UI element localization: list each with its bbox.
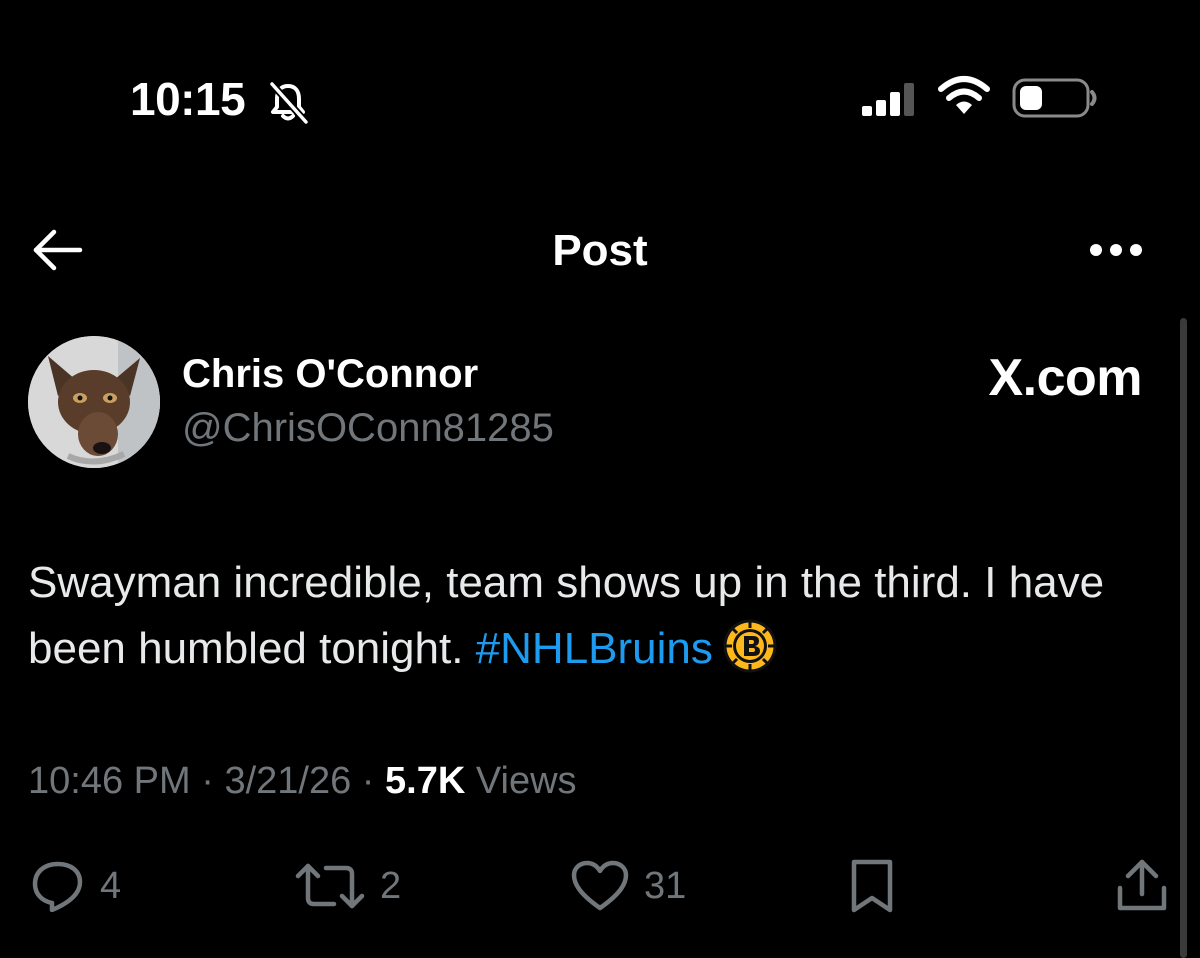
x-com-watermark: X.com	[988, 349, 1142, 407]
views-label: Views	[475, 760, 577, 802]
scrollbar[interactable]	[1180, 318, 1187, 958]
bookmark-icon	[851, 859, 893, 913]
share-button[interactable]	[1116, 858, 1168, 914]
bruins-logo-icon	[723, 619, 777, 673]
reply-button[interactable]: 4	[30, 858, 121, 914]
like-count: 31	[644, 864, 687, 907]
views-count[interactable]: 5.7K	[385, 760, 465, 802]
heart-icon	[571, 860, 629, 911]
repost-icon	[295, 863, 365, 909]
author-name[interactable]: Chris O'Connor	[182, 352, 478, 397]
post-meta: 10:46 PM · 3/21/26 · 5.7K Views	[28, 760, 577, 803]
repost-count: 2	[380, 864, 402, 907]
post-date: 3/21/26	[224, 760, 352, 802]
status-time: 10:15	[130, 73, 246, 125]
bookmark-button[interactable]	[848, 858, 896, 914]
reply-icon	[32, 861, 83, 912]
more-options-button[interactable]	[1086, 240, 1146, 260]
share-icon	[1117, 859, 1167, 911]
page-title: Post	[552, 226, 648, 275]
battery-icon	[1012, 78, 1097, 118]
avatar[interactable]	[28, 336, 160, 468]
like-button[interactable]: 31	[570, 858, 686, 914]
meta-separator: ·	[201, 760, 214, 802]
author-handle[interactable]: @ChrisOConn81285	[182, 406, 554, 451]
bell-off-icon	[269, 81, 309, 124]
wifi-icon	[938, 76, 990, 114]
meta-separator: ·	[361, 760, 375, 802]
reply-count: 4	[100, 864, 122, 907]
repost-button[interactable]: 2	[294, 858, 401, 914]
post-time: 10:46 PM	[28, 760, 191, 802]
post-text: Swayman incredible, team shows up in the…	[28, 550, 1158, 682]
dog-photo	[28, 336, 160, 468]
signal-icon	[862, 83, 914, 116]
hashtag-link[interactable]: #NHLBruins	[476, 624, 713, 673]
